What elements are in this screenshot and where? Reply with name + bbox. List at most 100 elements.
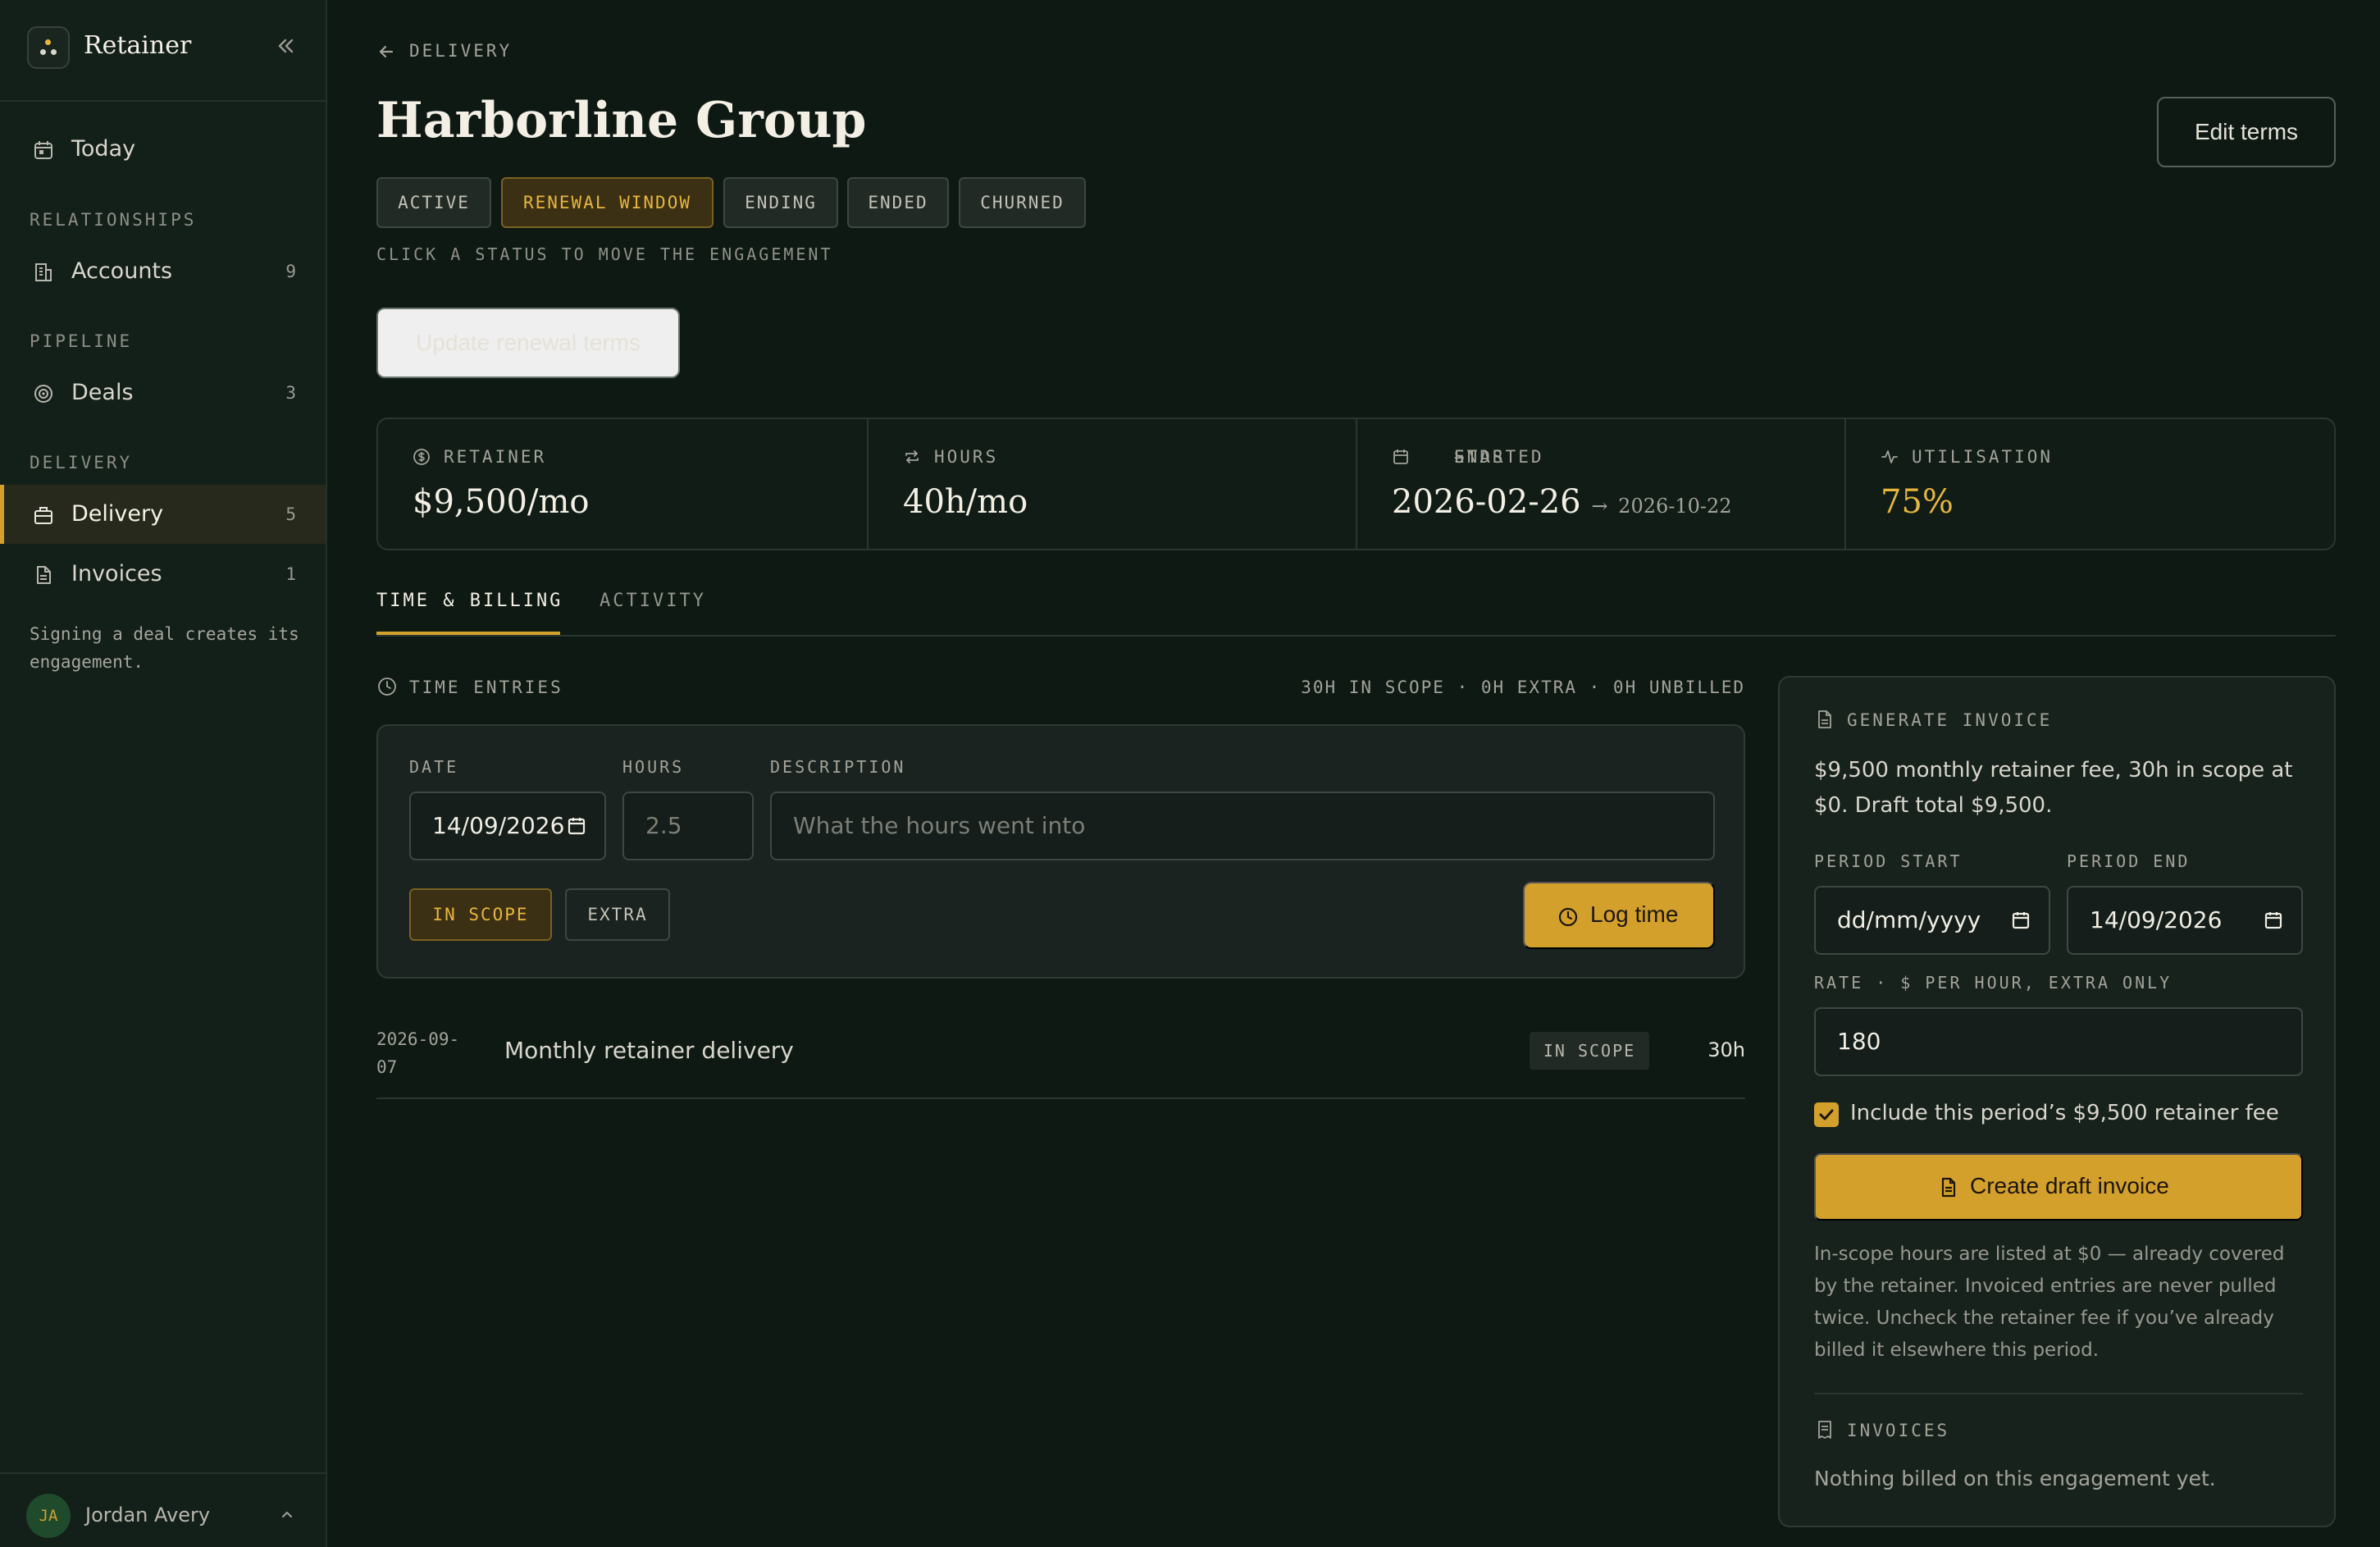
date-input[interactable]: 14/09/2026: [409, 792, 606, 860]
sidebar-item-delivery[interactable]: Delivery 5: [0, 485, 326, 544]
log-time-button[interactable]: Log time: [1523, 882, 1715, 949]
invoices-empty-state: Nothing billed on this engagement yet.: [1814, 1467, 2216, 1490]
date-label: DATE: [409, 757, 459, 777]
sidebar-item-today[interactable]: Today: [0, 120, 326, 179]
page-title: Harborline Group: [376, 92, 867, 149]
engagement-stats: RETAINER $9,500/mo HOURS 40h/mo STARTED …: [376, 418, 2336, 550]
entry-description: Monthly retainer delivery: [504, 1037, 794, 1064]
time-entries-header: TIME ENTRIES: [376, 676, 622, 700]
calendar-icon[interactable]: [2264, 910, 2283, 930]
receipt-icon: [1818, 1421, 1831, 1439]
sidebar-item-label: Accounts: [71, 258, 173, 284]
avatar: JA: [26, 1494, 71, 1538]
divider: [1814, 1393, 2303, 1394]
tab-activity[interactable]: ACTIVITY: [600, 591, 706, 611]
hours-label: HOURS: [622, 757, 685, 777]
status-ended[interactable]: ENDED: [847, 177, 949, 228]
scope-extra[interactable]: EXTRA: [565, 888, 670, 941]
status-active[interactable]: ACTIVE: [376, 177, 491, 228]
sidebar: Retainer Today RELATIONSHIPS Accounts 9 …: [0, 0, 327, 1547]
sidebar-item-invoices[interactable]: Invoices 1: [0, 545, 326, 604]
stat-value: 40h/mo: [903, 483, 1028, 521]
generate-invoice-header: GENERATE INVOICE: [1814, 709, 2142, 733]
document-icon: [1818, 710, 1831, 728]
arrow-left-icon: [379, 45, 394, 58]
document-icon: [1941, 1177, 1956, 1198]
sidebar-item-count: 9: [285, 262, 296, 281]
sidebar-item-count: 5: [285, 504, 296, 524]
calendar-icon[interactable]: [567, 816, 586, 836]
period-end-input[interactable]: 14/09/2026: [2067, 886, 2303, 955]
invoices-header: INVOICES: [1814, 1419, 2060, 1444]
sidebar-item-label: Invoices: [71, 561, 162, 586]
clock-icon: [378, 678, 396, 696]
period-end-label: PERIOD END: [2067, 851, 2191, 871]
include-retainer-fee-checkbox[interactable]: [1814, 1102, 1839, 1127]
time-entry-form: DATE 14/09/2026 HOURS 2.5 DESCRIPTION Wh…: [376, 724, 1745, 979]
collapse-sidebar-icon[interactable]: [271, 31, 300, 61]
calendar-icon[interactable]: [2011, 910, 2031, 930]
tab-time-billing[interactable]: TIME & BILLING: [376, 591, 563, 611]
status-hint: CLICK A STATUS TO MOVE THE ENGAGEMENT: [376, 244, 833, 264]
sidebar-item-deals[interactable]: Deals 3: [0, 363, 326, 422]
invoice-summary: $9,500 monthly retainer fee, 30h in scop…: [1814, 758, 2293, 818]
status-churned[interactable]: CHURNED: [959, 177, 1086, 228]
user-menu[interactable]: JA Jordan Avery: [0, 1472, 326, 1547]
clock-icon: [1558, 907, 1578, 927]
check-icon: [1819, 1109, 1834, 1120]
section-relationships: RELATIONSHIPS: [30, 210, 197, 230]
description-label: DESCRIPTION: [770, 757, 906, 777]
period-start-label: PERIOD START: [1814, 851, 1963, 871]
table-row[interactable]: 2026-09-07 Monthly retainer delivery IN …: [376, 1020, 1745, 1099]
rate-label: RATE · $ PER HOUR, EXTRA ONLY: [1814, 973, 2173, 993]
section-pipeline: PIPELINE: [30, 331, 133, 351]
rate-input[interactable]: 180: [1814, 1007, 2303, 1076]
scope-in-scope[interactable]: IN SCOPE: [409, 888, 552, 941]
calendar-icon: [1393, 449, 1408, 464]
stat-hours: HOURS 40h/mo: [867, 419, 1356, 549]
update-renewal-terms-button[interactable]: Update renewal terms: [376, 308, 680, 378]
description-input[interactable]: What the hours went into: [770, 792, 1715, 860]
include-retainer-fee-label[interactable]: Include this period’s $9,500 retainer fe…: [1850, 1101, 2279, 1125]
calendar-icon: [33, 139, 54, 161]
edit-terms-button[interactable]: Edit terms: [2157, 97, 2336, 167]
status-ending[interactable]: ENDING: [723, 177, 838, 228]
user-name: Jordan Avery: [85, 1504, 211, 1526]
entry-scope-badge: IN SCOPE: [1530, 1032, 1649, 1070]
chevron-up-icon: [278, 1505, 296, 1523]
stat-value: 75%: [1881, 483, 1954, 521]
breadcrumb: DELIVERY: [409, 41, 513, 61]
repeat-icon: [905, 450, 919, 463]
dollar-circle-icon: [413, 449, 430, 465]
stat-retainer: RETAINER $9,500/mo: [413, 447, 590, 521]
app-name: Retainer: [84, 31, 192, 60]
section-delivery: DELIVERY: [30, 453, 133, 472]
entry-date: 2026-09-07: [376, 1029, 460, 1077]
sidebar-item-label: Deals: [71, 380, 134, 405]
activity-icon: [1881, 450, 1898, 463]
invoice-note: In-scope hours are listed at $0 — alread…: [1814, 1244, 2285, 1361]
briefcase-icon: [33, 504, 54, 526]
active-tab-indicator: [376, 632, 560, 635]
create-draft-invoice-button[interactable]: Create draft invoice: [1814, 1153, 2303, 1221]
stat-utilisation: UTILISATION 75%: [1844, 419, 2334, 549]
period-start-input[interactable]: dd/mm/yyyy: [1814, 886, 2050, 955]
sidebar-item-count: 3: [285, 383, 296, 403]
sidebar-item-count: 1: [285, 564, 296, 584]
building-icon: [33, 262, 54, 283]
entry-hours: 30h: [1707, 1038, 1745, 1061]
tabs: TIME & BILLING ACTIVITY: [376, 586, 2336, 637]
sidebar-note: Signing a deal creates its engagement.: [30, 624, 299, 672]
brand-header: Retainer: [0, 0, 326, 102]
document-icon: [33, 564, 54, 586]
target-icon: [33, 383, 54, 404]
hours-input[interactable]: 2.5: [622, 792, 754, 860]
sidebar-item-label: Today: [71, 136, 136, 162]
time-entries-summary: 30H IN SCOPE · 0H EXTRA · 0H UNBILLED: [1301, 678, 1745, 697]
sidebar-item-label: Delivery: [71, 501, 164, 527]
stat-dates: STARTED → ENDS 2026-02-26 → 2026-10-22: [1356, 419, 1844, 549]
generate-invoice-panel: GENERATE INVOICE $9,500 monthly retainer…: [1778, 676, 2336, 1527]
status-renewal-window[interactable]: RENEWAL WINDOW: [501, 177, 714, 228]
app-logo[interactable]: [27, 26, 70, 69]
sidebar-item-accounts[interactable]: Accounts 9: [0, 242, 326, 301]
